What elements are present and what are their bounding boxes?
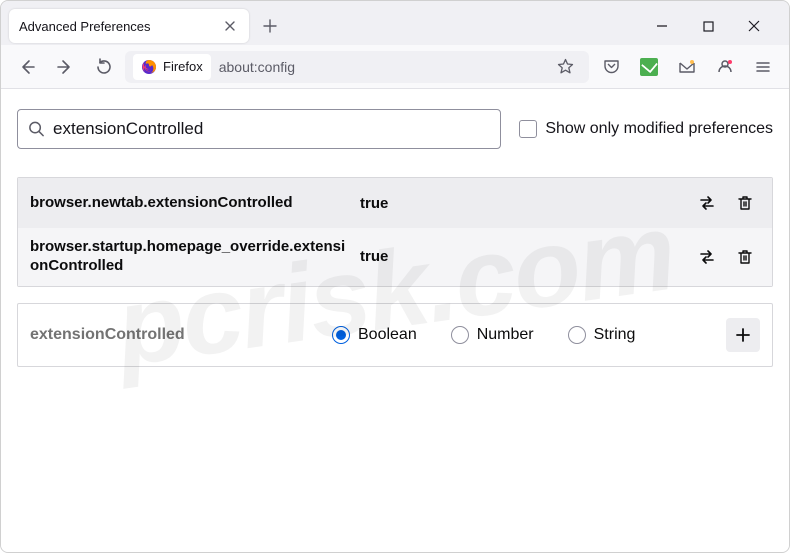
radio-string[interactable]: String bbox=[568, 326, 636, 344]
pref-value: true bbox=[360, 248, 684, 265]
star-icon bbox=[557, 58, 574, 75]
checkbox-label: Show only modified preferences bbox=[545, 120, 773, 138]
plus-icon bbox=[735, 327, 751, 343]
maximize-button[interactable] bbox=[685, 8, 731, 44]
add-pref-button[interactable] bbox=[726, 318, 760, 352]
radio-number[interactable]: Number bbox=[451, 326, 534, 344]
new-pref-name: extensionControlled bbox=[30, 326, 320, 344]
maximize-icon bbox=[703, 21, 714, 32]
browser-window: Advanced Preferences bbox=[0, 0, 790, 553]
inbox-icon bbox=[678, 58, 696, 76]
pocket-icon bbox=[603, 58, 620, 75]
firefox-logo-icon bbox=[141, 59, 157, 75]
radio-label: Boolean bbox=[358, 326, 417, 344]
toggle-button[interactable] bbox=[692, 188, 722, 218]
forward-button[interactable] bbox=[49, 51, 81, 83]
pref-name: browser.newtab.extensionControlled bbox=[30, 194, 352, 213]
delete-button[interactable] bbox=[730, 188, 760, 218]
pref-name: browser.startup.homepage_override.extens… bbox=[30, 238, 352, 276]
back-button[interactable] bbox=[11, 51, 43, 83]
browser-tab[interactable]: Advanced Preferences bbox=[9, 9, 249, 43]
radio-icon bbox=[332, 326, 350, 344]
radio-boolean[interactable]: Boolean bbox=[332, 326, 417, 344]
close-tab-button[interactable] bbox=[221, 17, 239, 35]
toggle-icon bbox=[697, 247, 717, 267]
minimize-icon bbox=[656, 20, 668, 32]
delete-button[interactable] bbox=[730, 242, 760, 272]
pref-value: true bbox=[360, 195, 684, 212]
minimize-button[interactable] bbox=[639, 8, 685, 44]
type-radio-group: Boolean Number String bbox=[332, 326, 714, 344]
nav-toolbar: Firefox about:config bbox=[1, 45, 789, 89]
radio-icon bbox=[451, 326, 469, 344]
pref-row[interactable]: browser.startup.homepage_override.extens… bbox=[18, 228, 772, 286]
new-pref-row: extensionControlled Boolean Number Strin… bbox=[17, 303, 773, 367]
pref-row[interactable]: browser.newtab.extensionControlled true bbox=[18, 178, 772, 228]
toggle-button[interactable] bbox=[692, 242, 722, 272]
close-icon bbox=[748, 20, 760, 32]
pocket-button[interactable] bbox=[595, 51, 627, 83]
identity-box[interactable]: Firefox bbox=[133, 54, 211, 80]
account-icon bbox=[716, 58, 734, 76]
trash-icon bbox=[736, 194, 754, 212]
pref-search-box[interactable] bbox=[17, 109, 501, 149]
pref-search-input[interactable] bbox=[53, 119, 490, 139]
tab-title: Advanced Preferences bbox=[19, 19, 213, 34]
pref-list: browser.newtab.extensionControlled true … bbox=[17, 177, 773, 287]
about-config-content: Show only modified preferences browser.n… bbox=[1, 89, 789, 552]
close-icon bbox=[224, 20, 236, 32]
bookmark-star-button[interactable] bbox=[549, 51, 581, 83]
plus-icon bbox=[263, 19, 277, 33]
checkbox-icon bbox=[519, 120, 537, 138]
new-tab-button[interactable] bbox=[255, 11, 285, 41]
reload-button[interactable] bbox=[87, 51, 119, 83]
identity-label: Firefox bbox=[163, 59, 203, 74]
window-controls bbox=[639, 8, 781, 44]
hamburger-icon bbox=[755, 59, 771, 75]
tab-strip: Advanced Preferences bbox=[1, 1, 789, 45]
url-text: about:config bbox=[219, 59, 541, 75]
toggle-icon bbox=[697, 193, 717, 213]
inbox-button[interactable] bbox=[671, 51, 703, 83]
account-button[interactable] bbox=[709, 51, 741, 83]
reload-icon bbox=[95, 58, 112, 75]
url-bar[interactable]: Firefox about:config bbox=[125, 51, 589, 83]
extension-icon bbox=[640, 58, 658, 76]
radio-label: Number bbox=[477, 326, 534, 344]
radio-icon bbox=[568, 326, 586, 344]
arrow-left-icon bbox=[18, 58, 36, 76]
extension-button[interactable] bbox=[633, 51, 665, 83]
app-menu-button[interactable] bbox=[747, 51, 779, 83]
radio-label: String bbox=[594, 326, 636, 344]
trash-icon bbox=[736, 248, 754, 266]
arrow-right-icon bbox=[56, 58, 74, 76]
search-icon bbox=[28, 120, 45, 138]
close-window-button[interactable] bbox=[731, 8, 777, 44]
show-modified-checkbox[interactable]: Show only modified preferences bbox=[519, 120, 773, 138]
